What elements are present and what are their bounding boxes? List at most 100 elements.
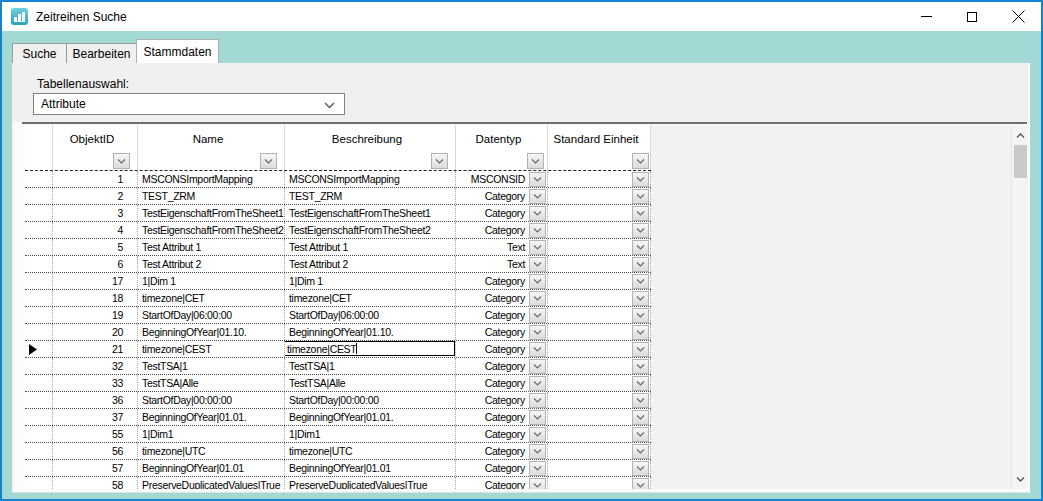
cell-datentyp[interactable]: Category [456,426,548,442]
datentyp-dropdown[interactable] [529,478,546,489]
einheit-dropdown[interactable] [632,342,649,357]
cell-beschreibung[interactable]: timezone|CEST timezone|CEST [285,341,456,357]
row-header-cell[interactable] [25,205,53,221]
cell-einheit[interactable] [548,477,651,489]
cell-einheit[interactable] [548,460,651,476]
datentyp-dropdown[interactable] [529,325,546,340]
row-header-cell[interactable] [25,188,53,204]
cell-edit-box[interactable]: timezone|CEST [285,341,455,356]
cell-datentyp[interactable]: Text [456,256,548,272]
filter-dropdown-datentyp[interactable] [527,153,544,169]
datentyp-dropdown[interactable] [529,359,546,374]
cell-beschreibung[interactable]: PreserveDuplicatedValues|True PreserveDu… [285,477,456,489]
cell-datentyp[interactable]: Category [456,392,548,408]
cell-datentyp[interactable]: Category [456,188,548,204]
cell-beschreibung[interactable]: TestTSA|Alle TestTSA|Alle [285,375,456,391]
cell-name[interactable]: BeginningOfYear|01.01. [138,409,285,425]
cell-name[interactable]: StartOfDay|00:00:00 [138,392,285,408]
row-header-cell[interactable] [25,256,53,272]
cell-einheit[interactable] [548,239,651,255]
cell-objektid[interactable]: 2 [53,188,138,204]
einheit-dropdown[interactable] [632,478,649,489]
cell-datentyp[interactable]: Category [456,222,548,238]
einheit-dropdown[interactable] [632,257,649,272]
cell-objektid[interactable]: 18 [53,290,138,306]
cell-beschreibung[interactable]: TEST_ZRM TEST_ZRM [285,188,456,204]
cell-beschreibung[interactable]: Test Attribut 2 Test Attribut 2 [285,256,456,272]
row-header-cell[interactable] [25,273,53,289]
cell-objektid[interactable]: 37 [53,409,138,425]
tab-bearbeiten[interactable]: Bearbeiten [66,43,137,63]
cell-name[interactable]: StartOfDay|06:00:00 [138,307,285,323]
cell-objektid[interactable]: 55 [53,426,138,442]
cell-name[interactable]: 1|Dim1 [138,426,285,442]
einheit-dropdown[interactable] [632,240,649,255]
cell-einheit[interactable] [548,171,651,187]
cell-datentyp[interactable]: Category [456,375,548,391]
cell-name[interactable]: timezone|CEST [138,341,285,357]
cell-einheit[interactable] [548,324,651,340]
cell-beschreibung[interactable]: 1|Dim 1 1|Dim 1 [285,273,456,289]
cell-beschreibung[interactable]: timezone|UTC timezone|UTC [285,443,456,459]
cell-datentyp[interactable]: Category [456,460,548,476]
row-header-cell[interactable] [25,290,53,306]
cell-datentyp[interactable]: Category [456,290,548,306]
einheit-dropdown[interactable] [632,461,649,476]
cell-datentyp[interactable]: Category [456,358,548,374]
row-header-cell[interactable] [25,460,53,476]
row-header-cell[interactable] [25,324,53,340]
einheit-dropdown[interactable] [632,359,649,374]
einheit-dropdown[interactable] [632,308,649,323]
cell-datentyp[interactable]: Category [456,443,548,459]
column-header-name[interactable]: Name [138,125,285,152]
einheit-dropdown[interactable] [632,393,649,408]
cell-einheit[interactable] [548,256,651,272]
einheit-dropdown[interactable] [632,274,649,289]
grid-vertical-scrollbar[interactable] [1011,125,1028,489]
row-header-cell[interactable] [25,341,53,357]
cell-name[interactable]: TestEigenschaftFromTheSheet2 [138,222,285,238]
cell-beschreibung[interactable]: TestEigenschaftFromTheSheet2 TestEigensc… [285,222,456,238]
cell-datentyp[interactable]: Category [456,307,548,323]
cell-objektid[interactable]: 6 [53,256,138,272]
einheit-dropdown[interactable] [632,444,649,459]
cell-einheit[interactable] [548,375,651,391]
datentyp-dropdown[interactable] [529,342,546,357]
cell-name[interactable]: Test Attribut 1 [138,239,285,255]
cell-datentyp[interactable]: MSCONSID [456,171,548,187]
filter-dropdown-beschreibung[interactable] [431,153,448,169]
cell-datentyp[interactable]: Text [456,239,548,255]
cell-name[interactable]: TEST_ZRM [138,188,285,204]
minimize-button[interactable] [903,2,949,31]
cell-einheit[interactable] [548,222,651,238]
cell-beschreibung[interactable]: TestTSA|1 TestTSA|1 [285,358,456,374]
datentyp-dropdown[interactable] [529,444,546,459]
cell-beschreibung[interactable]: TestEigenschaftFromTheSheet1 TestEigensc… [285,205,456,221]
close-button[interactable] [995,2,1041,31]
einheit-dropdown[interactable] [632,376,649,391]
datentyp-dropdown[interactable] [529,291,546,306]
cell-einheit[interactable] [548,443,651,459]
row-header-cell[interactable] [25,477,53,489]
datentyp-dropdown[interactable] [529,410,546,425]
row-header-cell[interactable] [25,392,53,408]
datentyp-dropdown[interactable] [529,427,546,442]
cell-beschreibung[interactable]: StartOfDay|06:00:00 StartOfDay|06:00:00 [285,307,456,323]
cell-objektid[interactable]: 32 [53,358,138,374]
datentyp-dropdown[interactable] [529,172,546,187]
cell-einheit[interactable] [548,273,651,289]
cell-objektid[interactable]: 4 [53,222,138,238]
cell-einheit[interactable] [548,358,651,374]
filter-dropdown-einheit[interactable] [632,153,649,169]
einheit-dropdown[interactable] [632,291,649,306]
cell-einheit[interactable] [548,341,651,357]
datentyp-dropdown[interactable] [529,206,546,221]
cell-beschreibung[interactable]: timezone|CET timezone|CET [285,290,456,306]
cell-datentyp[interactable]: Category [456,205,548,221]
cell-datentyp[interactable]: Category [456,273,548,289]
scrollbar-thumb[interactable] [1014,145,1027,178]
row-header-cell[interactable] [25,443,53,459]
einheit-dropdown[interactable] [632,223,649,238]
cell-name[interactable]: PreserveDuplicatedValues|True [138,477,285,489]
cell-objektid[interactable]: 33 [53,375,138,391]
